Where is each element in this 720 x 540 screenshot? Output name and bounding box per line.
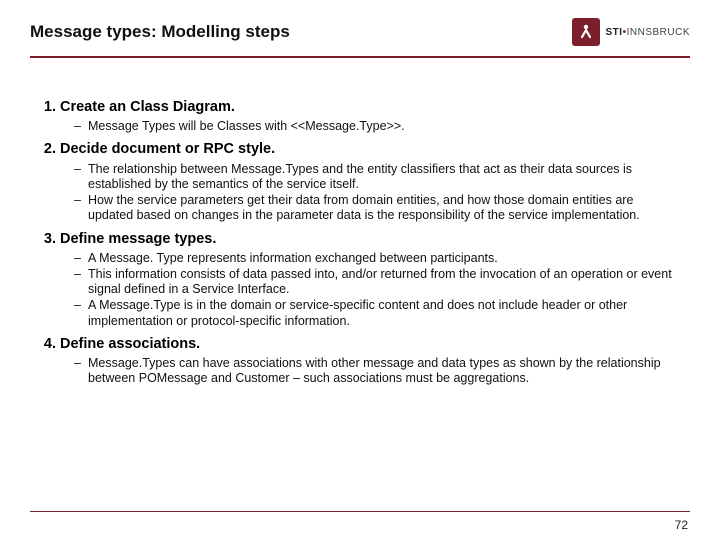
step-sublist: Message Types will be Classes with <<Mes… — [60, 119, 682, 134]
logo-icon — [572, 18, 600, 46]
step-heading: Define message types. — [60, 231, 216, 247]
slide-title: Message types: Modelling steps — [30, 22, 290, 42]
step-heading: Decide document or RPC style. — [60, 141, 275, 157]
step-sublist: A Message. Type represents information e… — [60, 251, 682, 329]
logo-text: STI•INNSBRUCK — [606, 27, 690, 38]
slide-header: Message types: Modelling steps STI•INNSB… — [0, 0, 720, 56]
step-bullet: The relationship between Message.Types a… — [74, 162, 682, 193]
step-bullet: This information consists of data passed… — [74, 267, 682, 298]
step-bullet: A Message.Type is in the domain or servi… — [74, 298, 682, 329]
step-bullet: How the service parameters get their dat… — [74, 193, 682, 224]
institution-logo: STI•INNSBRUCK — [572, 18, 690, 46]
step-item: Create an Class Diagram. Message Types w… — [60, 98, 682, 134]
steps-list: Create an Class Diagram. Message Types w… — [38, 98, 682, 387]
step-bullet: A Message. Type represents information e… — [74, 251, 682, 266]
step-bullet: Message.Types can have associations with… — [74, 356, 682, 387]
step-item: Define message types. A Message. Type re… — [60, 230, 682, 329]
step-heading: Create an Class Diagram. — [60, 99, 235, 115]
footer-divider — [30, 511, 690, 513]
step-item: Decide document or RPC style. The relati… — [60, 140, 682, 223]
slide-content: Create an Class Diagram. Message Types w… — [0, 58, 720, 403]
step-sublist: Message.Types can have associations with… — [60, 356, 682, 387]
step-heading: Define associations. — [60, 336, 200, 352]
step-sublist: The relationship between Message.Types a… — [60, 162, 682, 224]
step-bullet: Message Types will be Classes with <<Mes… — [74, 119, 682, 134]
step-item: Define associations. Message.Types can h… — [60, 335, 682, 387]
page-number: 72 — [675, 518, 688, 532]
